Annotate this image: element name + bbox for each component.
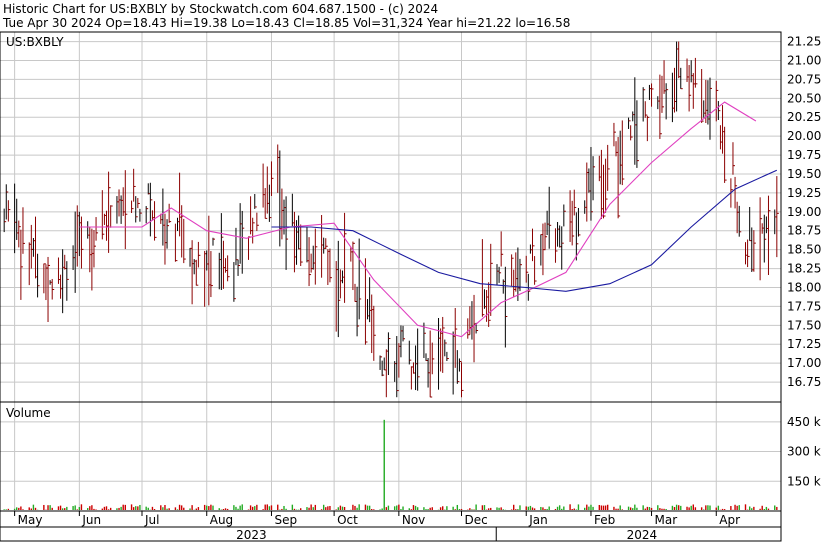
price-tick-label: 17.50	[787, 318, 821, 332]
volume-panel-title: Volume	[6, 406, 51, 420]
price-tick-label: 20.75	[787, 72, 821, 86]
month-label: Feb	[594, 513, 615, 527]
price-tick-label: 17.25	[787, 337, 821, 351]
month-label: Jul	[144, 513, 159, 527]
price-tick-label: 18.75	[787, 224, 821, 238]
header-title: Historic Chart for US:BXBLY by Stockwatc…	[3, 2, 438, 16]
price-tick-label: 19.50	[787, 167, 821, 181]
price-tick-label: 18.00	[787, 280, 821, 294]
year-label: 2023	[236, 528, 267, 542]
price-tick-label: 21.25	[787, 35, 821, 49]
price-tick-label: 19.00	[787, 205, 821, 219]
price-panel-title: US:BXBLY	[6, 35, 64, 49]
price-tick-label: 20.50	[787, 91, 821, 105]
price-tick-label: 16.75	[787, 375, 821, 389]
price-tick-label: 17.00	[787, 356, 821, 370]
month-label: Sep	[274, 513, 297, 527]
header-quote: Tue Apr 30 2024 Op=18.43 Hi=19.38 Lo=18.…	[2, 16, 570, 30]
month-label: Mar	[655, 513, 678, 527]
price-tick-label: 20.00	[787, 129, 821, 143]
price-tick-label: 17.75	[787, 299, 821, 313]
price-tick-label: 19.75	[787, 148, 821, 162]
month-label: Nov	[402, 513, 425, 527]
volume-tick-label: 300 k	[787, 445, 821, 459]
price-tick-label: 18.25	[787, 262, 821, 276]
month-label: Jun	[81, 513, 101, 527]
price-tick-label: 19.25	[787, 186, 821, 200]
month-label: Dec	[465, 513, 488, 527]
volume-tick-label: 450 k	[787, 415, 821, 429]
volume-axis-labels: 450 k 300 k 150 k	[787, 415, 821, 488]
month-label: Apr	[719, 513, 740, 527]
month-label: Aug	[210, 513, 233, 527]
price-tick-label: 18.50	[787, 243, 821, 257]
month-label: Jan	[528, 513, 548, 527]
chart-canvas: Historic Chart for US:BXBLY by Stockwatc…	[0, 0, 830, 543]
price-tick-label: 21.00	[787, 53, 821, 67]
volume-tick-label: 150 k	[787, 474, 821, 488]
price-tick-label: 20.25	[787, 110, 821, 124]
month-label: May	[18, 513, 43, 527]
month-label: Oct	[337, 513, 358, 527]
stock-chart: Historic Chart for US:BXBLY by Stockwatc…	[0, 0, 830, 543]
year-label: 2024	[627, 528, 658, 542]
